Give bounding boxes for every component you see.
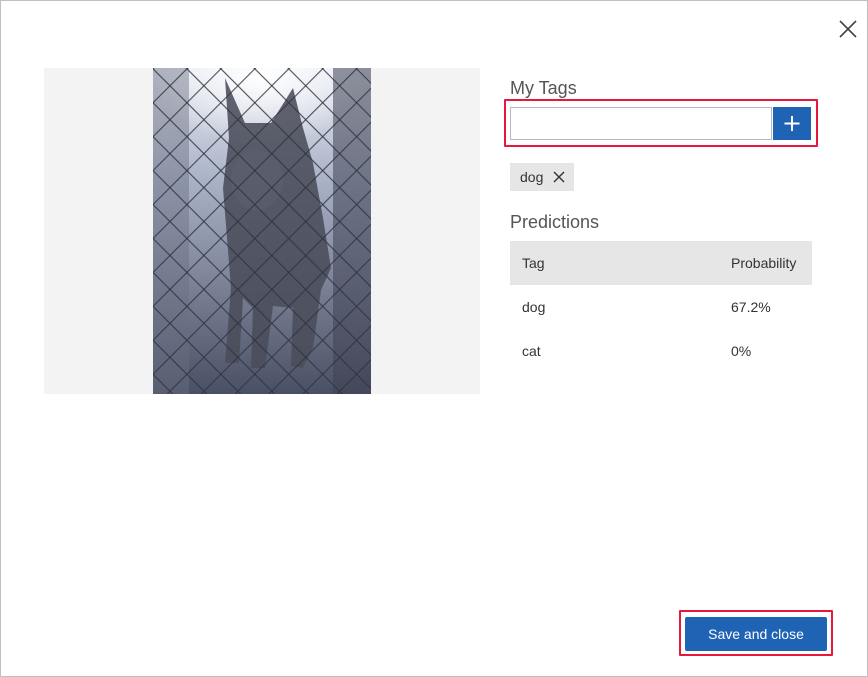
- image-detail-dialog: My Tags dog Predictions Tag Probability …: [0, 0, 868, 677]
- table-row: cat 0%: [510, 329, 812, 373]
- predictions-heading: Predictions: [510, 212, 600, 232]
- prediction-probability: 0%: [731, 343, 752, 359]
- close-icon[interactable]: [837, 18, 859, 40]
- column-header-tag: Tag: [522, 255, 545, 271]
- dog-photo-image: [153, 68, 371, 394]
- my-tags-heading: My Tags: [510, 78, 577, 98]
- prediction-tag: cat: [522, 343, 541, 359]
- tag-input[interactable]: [510, 107, 772, 140]
- prediction-tag: dog: [522, 299, 546, 315]
- prediction-probability: 67.2%: [731, 299, 771, 315]
- remove-tag-icon[interactable]: [553, 171, 565, 183]
- tag-chip-dog: dog: [510, 163, 575, 191]
- image-preview-panel: [44, 68, 480, 394]
- save-and-close-button[interactable]: Save and close: [685, 617, 827, 651]
- plus-icon: [784, 116, 800, 131]
- predictions-table-header: Tag Probability: [510, 241, 812, 285]
- tag-chip-label: dog: [520, 169, 544, 185]
- close-icon-glyph: [839, 20, 857, 38]
- predictions-table: Tag Probability dog 67.2% cat 0%: [510, 241, 812, 373]
- add-tag-button[interactable]: [773, 107, 811, 140]
- dog-photo: [153, 68, 371, 394]
- column-header-probability: Probability: [731, 255, 797, 271]
- table-row: dog 67.2%: [510, 285, 812, 329]
